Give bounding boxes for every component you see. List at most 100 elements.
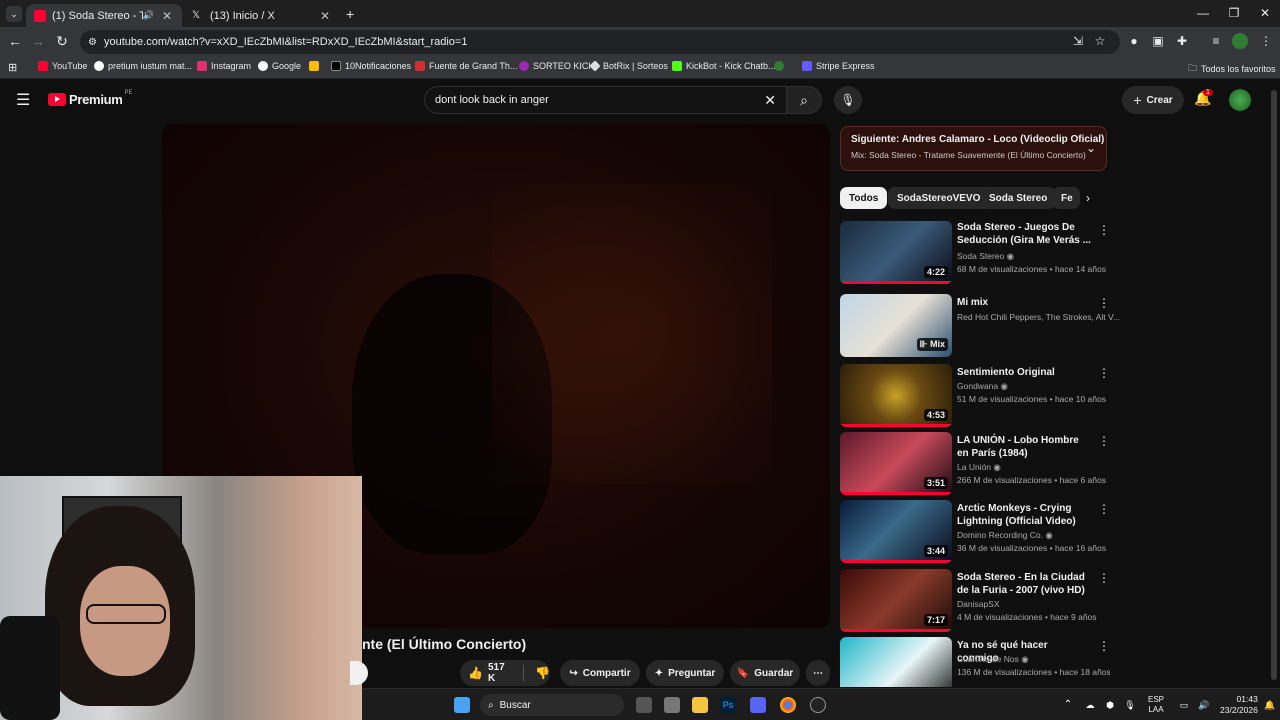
video-thumbnail[interactable] <box>840 637 952 687</box>
list-item[interactable]: 3:51 LA UNIÓN - Lobo Hombre en París (19… <box>840 432 1110 498</box>
bookmark-kickbot[interactable]: KickBot - Kick Chatb... <box>672 61 776 71</box>
more-options-icon[interactable]: ⋮ <box>1098 502 1110 516</box>
list-item[interactable]: 7:17 Soda Stereo - En la Ciudad de la Fu… <box>840 569 1110 635</box>
all-favorites-folder[interactable]: 🗀 Todos los favoritos <box>1188 61 1276 77</box>
bookmark-sorteo-kick[interactable]: SORTEO KICK <box>519 61 594 71</box>
hamburger-menu-icon[interactable]: ☰ <box>16 90 30 110</box>
video-thumbnail[interactable]: 3:51 <box>840 432 952 495</box>
restore-button[interactable]: ❐ <box>1219 6 1249 20</box>
video-title[interactable]: Sentimiento Original <box>957 366 1092 379</box>
save-button[interactable]: 🔖 Guardar <box>730 660 800 686</box>
windows-start-icon[interactable] <box>454 697 470 713</box>
chevron-down-icon[interactable]: ⌄ <box>1086 141 1096 155</box>
notifications-icon[interactable]: 🔔 <box>1262 697 1278 713</box>
forward-icon[interactable]: → <box>29 33 47 49</box>
clear-search-icon[interactable]: ✕ <box>764 92 776 109</box>
channel-name[interactable]: Gondwana ◉ <box>957 381 1008 392</box>
bookmark-star-icon[interactable]: ☆ <box>1092 34 1108 48</box>
channel-name[interactable]: Soda Stereo ◉ <box>957 251 1014 262</box>
bookmark-pinwheel[interactable] <box>309 61 323 71</box>
task-view-icon[interactable] <box>636 697 652 713</box>
bookmark-instagram[interactable]: Instagram <box>197 61 251 71</box>
channel-name[interactable]: Domino Recording Co. ◉ <box>957 530 1053 541</box>
bookmark-botrix[interactable]: BotRix | Sorteos <box>589 60 668 72</box>
reload-icon[interactable]: ↻ <box>53 33 71 50</box>
like-button[interactable]: 👍 517 K 👎 <box>460 660 550 686</box>
obs-icon[interactable] <box>810 697 826 713</box>
close-icon[interactable]: ✕ <box>160 9 174 23</box>
new-tab-button[interactable]: + <box>346 6 354 22</box>
video-thumbnail[interactable]: 4:22 <box>840 221 952 284</box>
video-thumbnail[interactable]: 4:53 <box>840 364 952 427</box>
more-options-icon[interactable]: ⋮ <box>1098 434 1110 448</box>
share-button[interactable]: ↪ Compartir <box>560 660 640 686</box>
photoshop-icon[interactable]: Ps <box>720 697 736 713</box>
search-icon[interactable]: ⌕ <box>786 86 822 114</box>
up-next-banner[interactable]: Siguiente: Andres Calamaro - Loco (Video… <box>840 126 1107 171</box>
file-explorer-icon[interactable] <box>692 697 708 713</box>
channel-name[interactable]: Cuarteto de Nos ◉ <box>957 654 1029 665</box>
install-app-icon[interactable]: ⇲ <box>1070 34 1086 48</box>
page-scrollbar[interactable] <box>1271 90 1277 680</box>
reading-list-icon[interactable]: ≡ <box>1208 34 1224 48</box>
list-item[interactable]: 4:22 Soda Stereo - Juegos De Seducción (… <box>840 221 1110 287</box>
video-title[interactable]: Soda Stereo - Juegos De Seducción (Gira … <box>957 221 1092 247</box>
youtube-logo[interactable]: Premium PE <box>48 90 133 107</box>
browser-menu-icon[interactable]: ⋮ <box>1258 34 1274 48</box>
extension-icon[interactable]: ● <box>1126 34 1142 48</box>
account-avatar[interactable] <box>1229 89 1251 111</box>
network-icon[interactable]: ▭ <box>1176 697 1192 713</box>
more-actions-button[interactable]: ⋯ <box>806 660 830 686</box>
bookmark-google[interactable]: Google <box>258 61 301 71</box>
tray-overflow-icon[interactable]: ⌃ <box>1060 697 1076 713</box>
chip-soda-stereo[interactable]: Soda Stereo <box>980 187 1057 209</box>
bookmark-notificaciones[interactable]: 10Notificaciones <box>331 61 411 71</box>
bookmark-youtube[interactable]: YouTube <box>38 61 87 71</box>
more-options-icon[interactable]: ⋮ <box>1098 639 1110 653</box>
discord-icon[interactable] <box>750 697 766 713</box>
back-icon[interactable]: ← <box>6 33 24 49</box>
more-options-icon[interactable]: ⋮ <box>1098 296 1110 310</box>
apps-grid-icon[interactable]: ⊞ <box>8 61 17 74</box>
video-title[interactable]: Mi mix <box>957 296 1092 309</box>
video-title[interactable]: LA UNIÓN - Lobo Hombre en París (1984) <box>957 434 1092 460</box>
chip-fe[interactable]: Fe <box>1052 187 1080 209</box>
ask-button[interactable]: ✦ Preguntar <box>646 660 724 686</box>
tab-inicio-x[interactable]: 𝕏 (13) Inicio / X ✕ <box>184 4 340 27</box>
tab-soda-stereo[interactable]: (1) Soda Stereo - Tratame S 🔊 ✕ <box>26 4 182 27</box>
volume-icon[interactable]: 🔊 <box>1196 697 1212 713</box>
app-icon[interactable] <box>664 697 680 713</box>
chip-sodastereovevo[interactable]: SodaStereoVEVO <box>888 187 990 209</box>
taskbar-search[interactable]: ⌕ Buscar <box>480 694 624 716</box>
chrome-icon[interactable] <box>780 697 796 713</box>
microphone-icon[interactable]: 🎙 <box>834 86 862 114</box>
bookmark-stripe[interactable]: Stripe Express <box>802 61 875 71</box>
more-options-icon[interactable]: ⋮ <box>1098 223 1110 237</box>
chip-todos[interactable]: Todos <box>840 187 888 209</box>
tab-search-button[interactable]: ⌄ <box>6 6 22 22</box>
more-options-icon[interactable]: ⋮ <box>1098 571 1110 585</box>
close-window-button[interactable]: ✕ <box>1250 6 1280 20</box>
channel-name[interactable]: DanisapSX <box>957 599 1000 609</box>
search-input[interactable]: dont look back in anger ✕ <box>424 86 786 114</box>
close-icon[interactable]: ✕ <box>318 9 332 23</box>
bookmark-green[interactable] <box>774 61 788 71</box>
video-title[interactable]: Soda Stereo - En la Ciudad de la Furia -… <box>957 571 1092 597</box>
extensions-puzzle-icon[interactable]: ✚ <box>1174 34 1190 48</box>
site-info-icon[interactable]: ⚙ <box>88 37 97 48</box>
video-thumbnail[interactable]: ⊪ Mix <box>840 294 952 357</box>
tray-icon[interactable]: ⬢ <box>1102 697 1118 713</box>
video-title[interactable]: Arctic Monkeys - Crying Lightning (Offic… <box>957 502 1092 528</box>
subscribe-button-partial[interactable] <box>350 661 368 685</box>
speaker-icon[interactable]: 🔊 <box>143 10 154 21</box>
channel-name[interactable]: Red Hot Chili Peppers, The Strokes, Alt … <box>957 312 1120 322</box>
tray-icon[interactable]: ☁ <box>1082 697 1098 713</box>
minimize-button[interactable]: — <box>1188 6 1218 20</box>
list-item[interactable]: 4:53 Sentimiento Original Gondwana ◉ 51 … <box>840 364 1110 430</box>
more-options-icon[interactable]: ⋮ <box>1098 366 1110 380</box>
list-item[interactable]: Ya no sé qué hacer conmigo Cuarteto de N… <box>840 637 1110 687</box>
chevron-right-icon[interactable]: › <box>1086 191 1090 205</box>
bookmark-pretium[interactable]: pretium iustum mat... <box>94 61 192 71</box>
channel-name[interactable]: La Unión ◉ <box>957 462 1001 473</box>
video-thumbnail[interactable]: 7:17 <box>840 569 952 632</box>
